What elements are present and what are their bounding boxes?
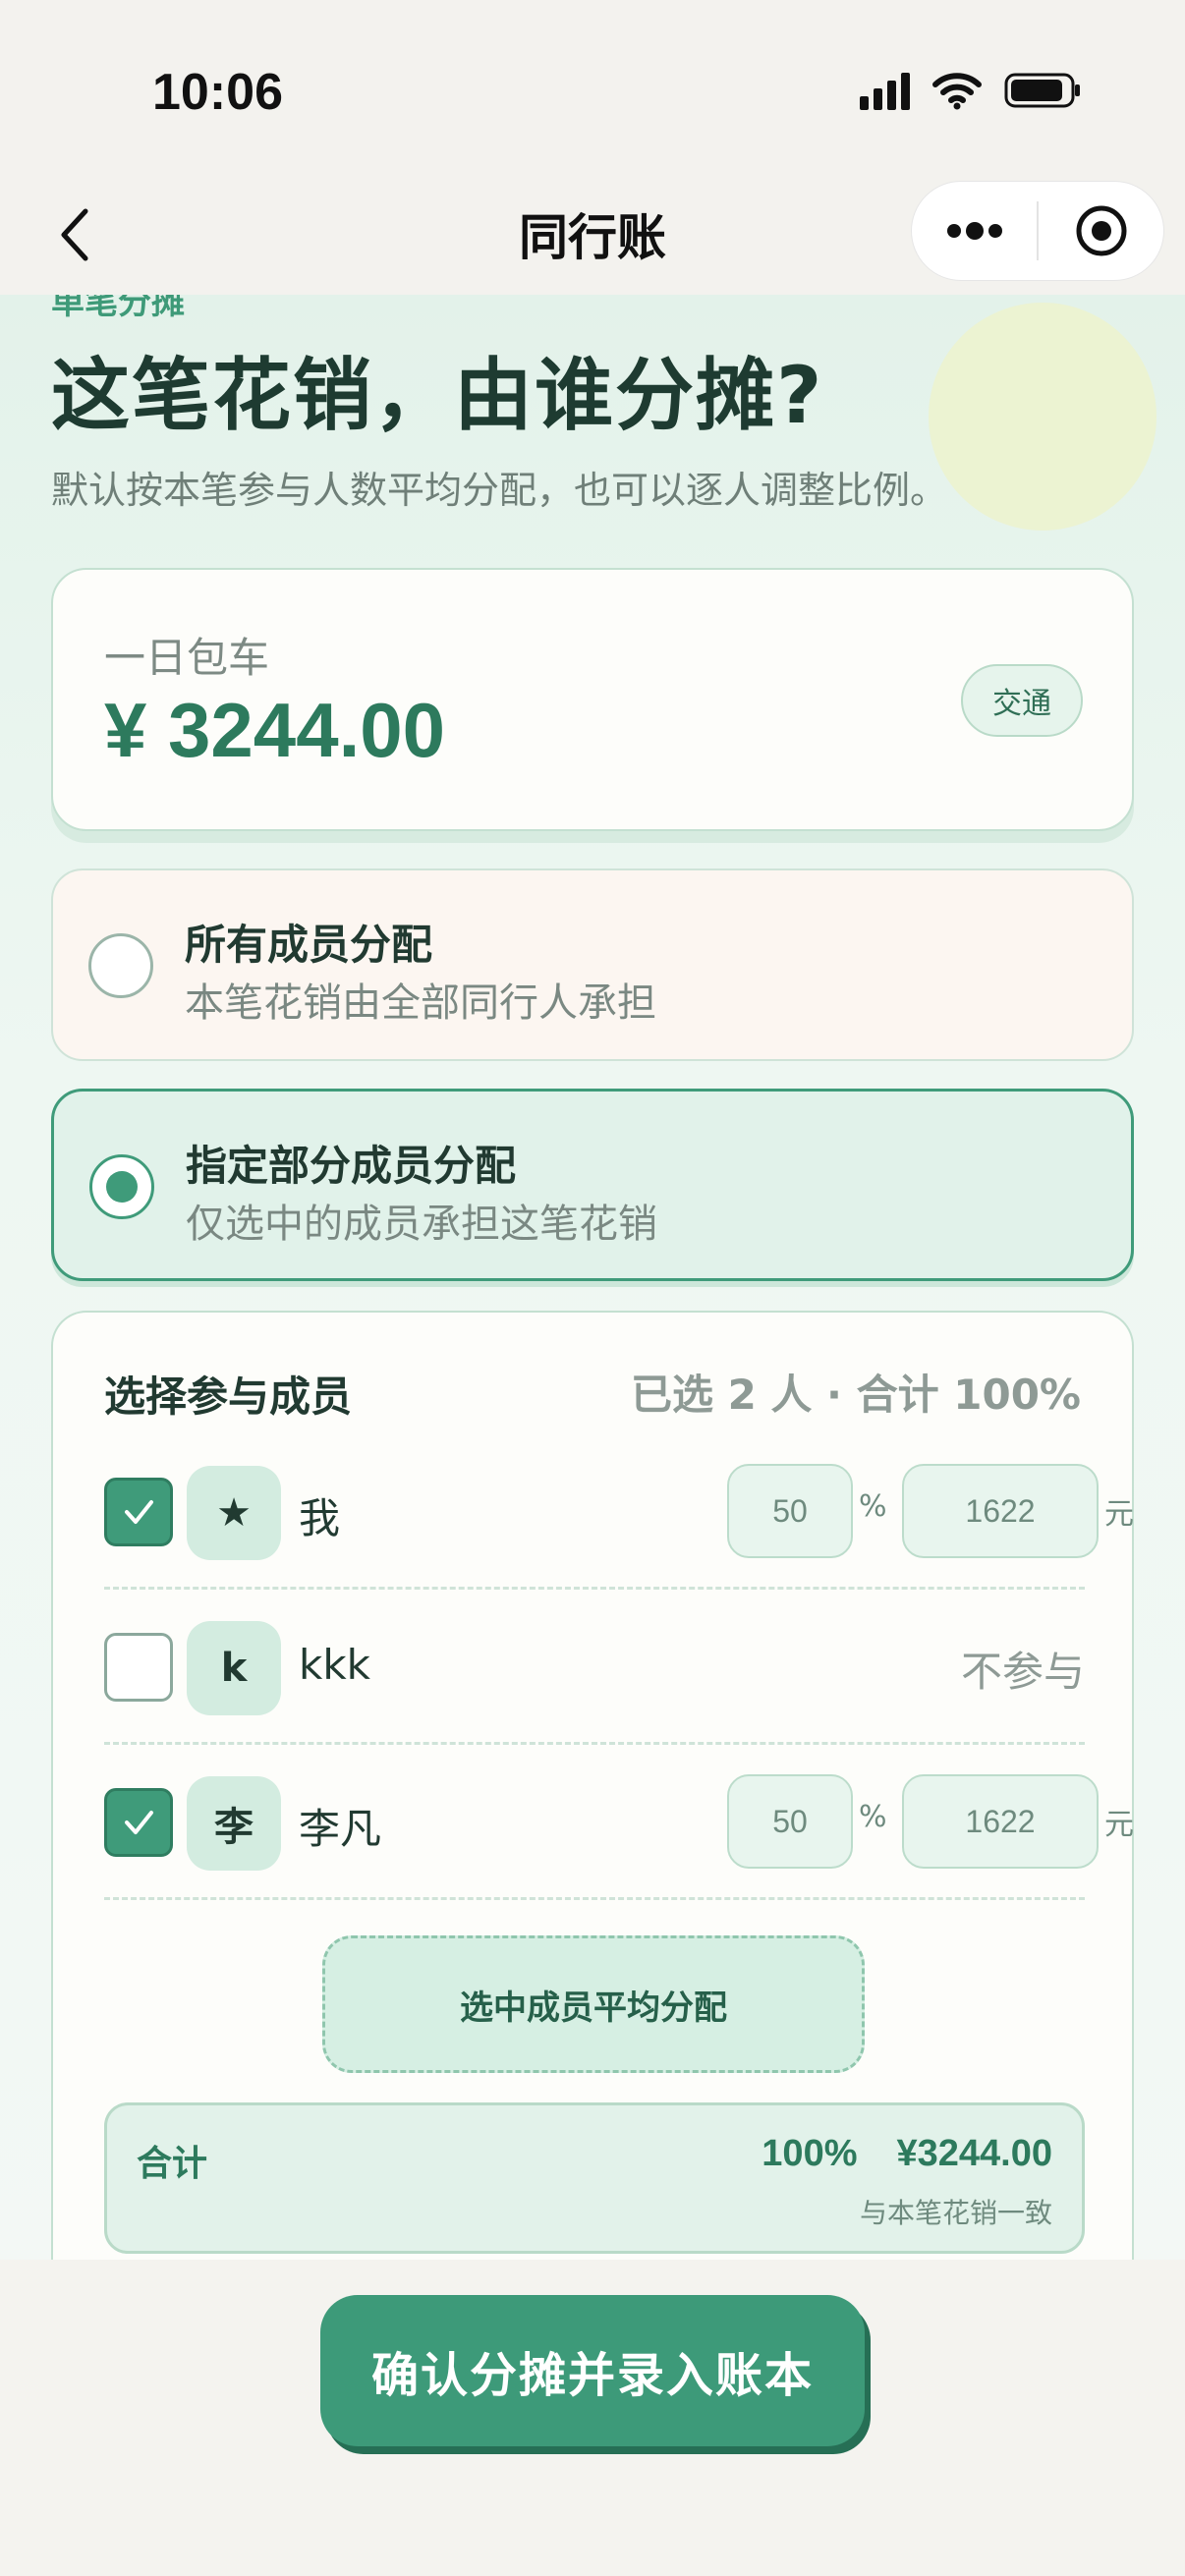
member-name: 我 bbox=[299, 1494, 341, 1542]
option-desc: 本笔花销由全部同行人承担 bbox=[185, 980, 656, 1026]
not-join-label: 不参与 bbox=[960, 1648, 1085, 1696]
total-values: 100% ¥3244.00 bbox=[722, 2133, 1052, 2175]
expense-amount: ¥ 3244.00 bbox=[104, 687, 446, 773]
percent-input[interactable]: 50 bbox=[727, 1464, 853, 1558]
percent-unit: % bbox=[859, 1489, 887, 1524]
total-amount: ¥3244.00 bbox=[896, 2133, 1053, 2174]
member-row: 李 李凡 50 % 1622 元 bbox=[104, 1745, 1134, 1900]
confirm-button[interactable]: 确认分摊并录入账本 bbox=[320, 2295, 865, 2446]
wifi-icon bbox=[932, 73, 982, 110]
total-box: 合计 100% ¥3244.00 与本笔花销一致 bbox=[104, 2102, 1085, 2254]
decorative-circle bbox=[929, 303, 1157, 531]
member-checkbox[interactable] bbox=[104, 1788, 173, 1857]
page-title: 这笔花销，由谁分摊? bbox=[51, 350, 824, 441]
yuan-unit: 元 bbox=[1104, 1497, 1134, 1532]
option-partial-members[interactable]: 指定部分成员分配 仅选中的成员承担这笔花销 bbox=[51, 1089, 1134, 1281]
member-row: ★ 我 50 % 1622 元 bbox=[104, 1434, 1134, 1590]
avatar: 李 bbox=[187, 1776, 281, 1871]
total-label: 合计 bbox=[137, 2144, 208, 2184]
content-area: 单笔分摊 这笔花销，由谁分摊? 默认按本笔参与人数平均分配，也可以逐人调整比例。… bbox=[0, 295, 1185, 2260]
avatar: ★ bbox=[187, 1466, 281, 1560]
expense-card: 一日包车 ¥ 3244.00 交通 bbox=[51, 568, 1134, 831]
bottom-bar: 确认分摊并录入账本 bbox=[0, 2260, 1185, 2576]
category-tag: 交通 bbox=[961, 664, 1083, 737]
total-percent: 100% bbox=[762, 2133, 858, 2174]
nav-bar: 同行账 bbox=[0, 177, 1185, 295]
signal-icon bbox=[860, 71, 910, 110]
option-title: 指定部分成员分配 bbox=[186, 1142, 517, 1190]
close-program-button[interactable] bbox=[1039, 182, 1163, 280]
check-icon bbox=[125, 1500, 153, 1524]
mini-program-capsule bbox=[911, 181, 1164, 281]
avatar: k bbox=[187, 1621, 281, 1715]
total-note: 与本笔花销一致 bbox=[859, 2197, 1052, 2229]
target-icon bbox=[1076, 205, 1126, 256]
eyebrow-label: 单笔分摊 bbox=[51, 295, 185, 322]
check-icon bbox=[125, 1811, 153, 1834]
member-checkbox[interactable] bbox=[104, 1478, 173, 1546]
status-bar: 10:06 bbox=[0, 0, 1185, 177]
members-summary: 已选 2 人 · 合计 100% bbox=[630, 1371, 1081, 1419]
percent-input[interactable]: 50 bbox=[727, 1774, 853, 1869]
member-name: 李凡 bbox=[299, 1805, 382, 1853]
battery-icon bbox=[1004, 73, 1080, 108]
radio-partial-members[interactable] bbox=[89, 1154, 154, 1219]
option-title: 所有成员分配 bbox=[185, 921, 433, 969]
status-icons bbox=[860, 71, 1083, 110]
more-icon bbox=[946, 222, 1002, 240]
amount-input[interactable]: 1622 bbox=[902, 1774, 1099, 1869]
percent-unit: % bbox=[859, 1800, 887, 1834]
yuan-unit: 元 bbox=[1104, 1808, 1134, 1842]
members-heading: 选择参与成员 bbox=[104, 1372, 353, 1421]
expense-name: 一日包车 bbox=[104, 634, 270, 682]
member-checkbox[interactable] bbox=[104, 1633, 173, 1702]
option-all-members[interactable]: 所有成员分配 本笔花销由全部同行人承担 bbox=[51, 868, 1134, 1061]
more-button[interactable] bbox=[912, 182, 1037, 280]
member-row: k kkk 不参与 bbox=[104, 1590, 1085, 1745]
average-split-button[interactable]: 选中成员平均分配 bbox=[322, 1935, 865, 2073]
option-desc: 仅选中的成员承担这笔花销 bbox=[186, 1202, 657, 1247]
members-card: 选择参与成员 已选 2 人 · 合计 100% ★ 我 50 % 1622 元 … bbox=[51, 1311, 1134, 2260]
status-time: 10:06 bbox=[152, 64, 283, 121]
member-name: kkk bbox=[299, 1641, 370, 1689]
row-divider bbox=[104, 1897, 1085, 1900]
radio-all-members[interactable] bbox=[88, 933, 153, 998]
page-subtitle: 默认按本笔参与人数平均分配，也可以逐人调整比例。 bbox=[51, 469, 948, 512]
amount-input[interactable]: 1622 bbox=[902, 1464, 1099, 1558]
